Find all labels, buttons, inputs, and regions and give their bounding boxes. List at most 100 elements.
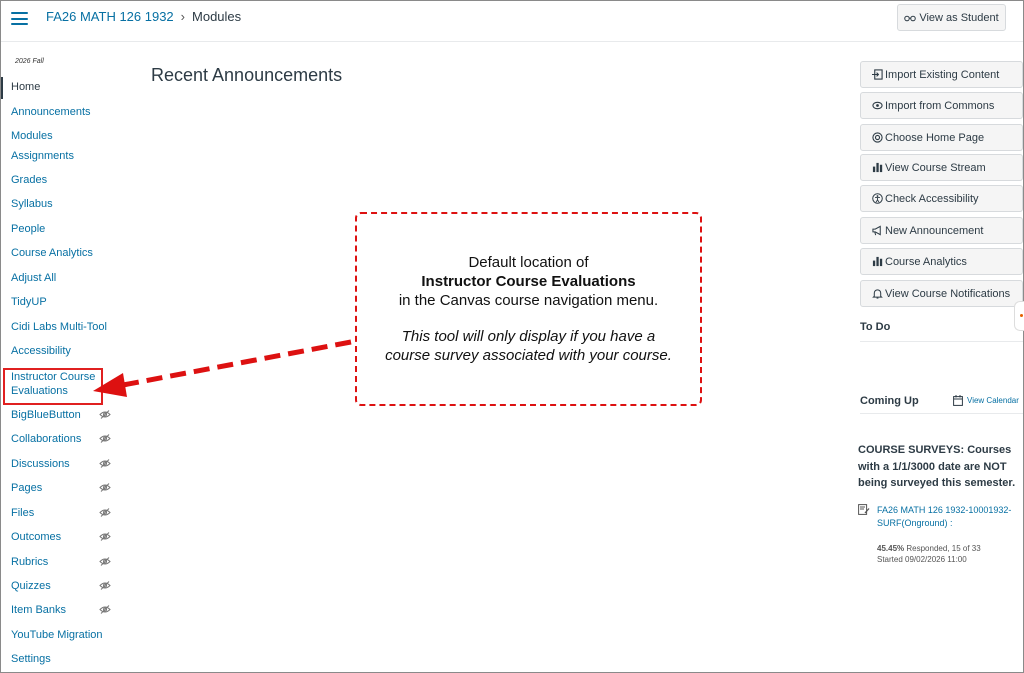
eye-slash-icon bbox=[99, 508, 111, 517]
eye-slash-icon bbox=[99, 434, 111, 443]
eye-slash-icon bbox=[99, 532, 111, 541]
breadcrumb: FA26 MATH 126 1932 › Modules bbox=[46, 9, 241, 24]
nav-item-label: Assignments bbox=[11, 150, 74, 162]
nav-item-youtube-migration[interactable]: YouTube Migration bbox=[1, 625, 121, 647]
nav-item-modules[interactable]: Modules bbox=[1, 126, 121, 148]
divider bbox=[860, 413, 1023, 414]
nav-item-label: People bbox=[11, 223, 46, 235]
nav-item-label: YouTube Migration bbox=[11, 629, 103, 641]
button-label: View Course Stream bbox=[885, 161, 986, 174]
eye-slash-icon bbox=[99, 605, 111, 614]
nav-item-label: TidyUP bbox=[11, 296, 47, 308]
nav-item-syllabus[interactable]: Syllabus bbox=[1, 194, 121, 216]
import-from-commons-button[interactable]: Import from Commons bbox=[860, 92, 1023, 119]
breadcrumb-course-link[interactable]: FA26 MATH 126 1932 bbox=[46, 9, 174, 24]
survey-responded: Responded, 15 of 33 bbox=[906, 544, 981, 553]
view-course-stream-button[interactable]: View Course Stream bbox=[860, 154, 1023, 181]
term-label: 2026 Fall bbox=[15, 58, 44, 65]
callout-line-1: Default location of bbox=[468, 254, 589, 271]
button-label: Course Analytics bbox=[885, 255, 967, 268]
target-icon bbox=[871, 132, 883, 144]
nav-item-item-banks[interactable]: Item Banks bbox=[1, 600, 121, 622]
nav-item-adjust-all[interactable]: Adjust All bbox=[1, 268, 121, 290]
import-icon bbox=[871, 69, 883, 81]
callout-line-4: This tool will only display if you have … bbox=[401, 328, 656, 345]
survey-started: Started 09/02/2026 11:00 bbox=[877, 555, 967, 564]
import-existing-content-button[interactable]: Import Existing Content bbox=[860, 61, 1023, 88]
nav-item-grades[interactable]: Grades bbox=[1, 170, 121, 192]
view-calendar-label: View Calendar bbox=[967, 396, 1019, 405]
check-accessibility-button[interactable]: Check Accessibility bbox=[860, 185, 1023, 212]
divider bbox=[860, 341, 1023, 342]
nav-item-cidi-labs-multi-tool[interactable]: Cidi Labs Multi-Tool bbox=[1, 317, 121, 339]
eye-slash-icon bbox=[99, 581, 111, 590]
highlight-box bbox=[3, 368, 103, 405]
choose-home-page-button[interactable]: Choose Home Page bbox=[860, 124, 1023, 151]
nav-item-discussions[interactable]: Discussions bbox=[1, 454, 121, 476]
top-bar: FA26 MATH 126 1932 › Modules View as Stu… bbox=[1, 1, 1023, 42]
annotation-callout: Default location of Instructor Course Ev… bbox=[355, 212, 702, 406]
glasses-icon bbox=[904, 15, 917, 21]
new-announcement-button[interactable]: New Announcement bbox=[860, 217, 1023, 244]
nav-item-label: Grades bbox=[11, 174, 48, 186]
nav-item-people[interactable]: People bbox=[1, 219, 121, 241]
nav-item-label: Home bbox=[11, 81, 41, 93]
course-surveys-notice: COURSE SURVEYS: Courses with a 1/1/3000 … bbox=[858, 444, 1016, 489]
commons-icon bbox=[871, 100, 883, 112]
hamburger-menu-icon[interactable] bbox=[11, 12, 28, 25]
nav-item-collaborations[interactable]: Collaborations bbox=[1, 429, 121, 451]
survey-link[interactable]: FA26 MATH 126 1932-10001932-SURF(Ongroun… bbox=[877, 504, 1023, 529]
button-label: Check Accessibility bbox=[885, 192, 979, 205]
nav-item-pages[interactable]: Pages bbox=[1, 478, 121, 500]
nav-item-assignments[interactable]: Assignments bbox=[1, 146, 121, 168]
accessibility-icon bbox=[871, 193, 883, 205]
callout-line-5: course survey associated with your cours… bbox=[385, 347, 672, 364]
view-course-notifications-button[interactable]: View Course Notifications bbox=[860, 280, 1023, 307]
eye-slash-icon bbox=[99, 557, 111, 566]
callout-line-2: Instructor Course Evaluations bbox=[421, 273, 636, 290]
nav-item-settings[interactable]: Settings bbox=[1, 649, 121, 671]
course-analytics-button[interactable]: Course Analytics bbox=[860, 248, 1023, 275]
nav-item-rubrics[interactable]: Rubrics bbox=[1, 552, 121, 574]
side-panel-toggle[interactable] bbox=[1014, 301, 1024, 331]
button-label: Import Existing Content bbox=[885, 68, 1000, 81]
nav-item-accessibility[interactable]: Accessibility bbox=[1, 341, 121, 363]
page-title: Recent Announcements bbox=[151, 65, 343, 85]
bell-icon bbox=[871, 288, 883, 300]
survey-edit-icon bbox=[858, 504, 870, 515]
nav-item-files[interactable]: Files bbox=[1, 503, 121, 525]
survey-status: 45.45% Responded, 15 of 33 Started 09/02… bbox=[877, 543, 981, 565]
nav-item-tidyup[interactable]: TidyUP bbox=[1, 292, 121, 314]
nav-item-label: Modules bbox=[11, 130, 53, 142]
nav-item-quizzes[interactable]: Quizzes bbox=[1, 576, 121, 598]
megaphone-icon bbox=[871, 225, 883, 237]
nav-item-label: Course Analytics bbox=[11, 247, 93, 259]
eye-slash-icon bbox=[99, 483, 111, 492]
nav-item-label: Files bbox=[11, 507, 35, 519]
nav-item-label: Outcomes bbox=[11, 531, 62, 543]
nav-item-course-analytics[interactable]: Course Analytics bbox=[1, 243, 121, 265]
nav-item-outcomes[interactable]: Outcomes bbox=[1, 527, 121, 549]
nav-item-label: Discussions bbox=[11, 458, 70, 470]
button-label: Choose Home Page bbox=[885, 131, 985, 144]
nav-item-label: Adjust All bbox=[11, 272, 57, 284]
nav-item-label: Settings bbox=[11, 653, 51, 665]
nav-item-label: Quizzes bbox=[11, 580, 51, 592]
nav-item-label: Collaborations bbox=[11, 433, 82, 445]
coming-up-heading: Coming Up bbox=[860, 395, 919, 407]
bar-chart-icon bbox=[871, 256, 883, 268]
breadcrumb-separator: › bbox=[180, 9, 186, 24]
nav-item-label: Cidi Labs Multi-Tool bbox=[11, 321, 107, 333]
button-label: Import from Commons bbox=[885, 99, 995, 112]
survey-percent: 45.45% bbox=[877, 544, 905, 553]
eye-slash-icon bbox=[99, 459, 111, 468]
nav-item-label: BigBlueButton bbox=[11, 409, 81, 421]
nav-item-bigbluebutton[interactable]: BigBlueButton bbox=[1, 405, 121, 427]
nav-item-home[interactable]: Home bbox=[1, 77, 121, 99]
view-calendar-link[interactable]: View Calendar bbox=[953, 395, 1019, 406]
view-as-student-label: View as Student bbox=[919, 11, 999, 24]
view-as-student-button[interactable]: View as Student bbox=[897, 4, 1006, 31]
nav-item-announcements[interactable]: Announcements bbox=[1, 102, 121, 124]
nav-item-label: Rubrics bbox=[11, 556, 49, 568]
eye-slash-icon bbox=[99, 410, 111, 419]
